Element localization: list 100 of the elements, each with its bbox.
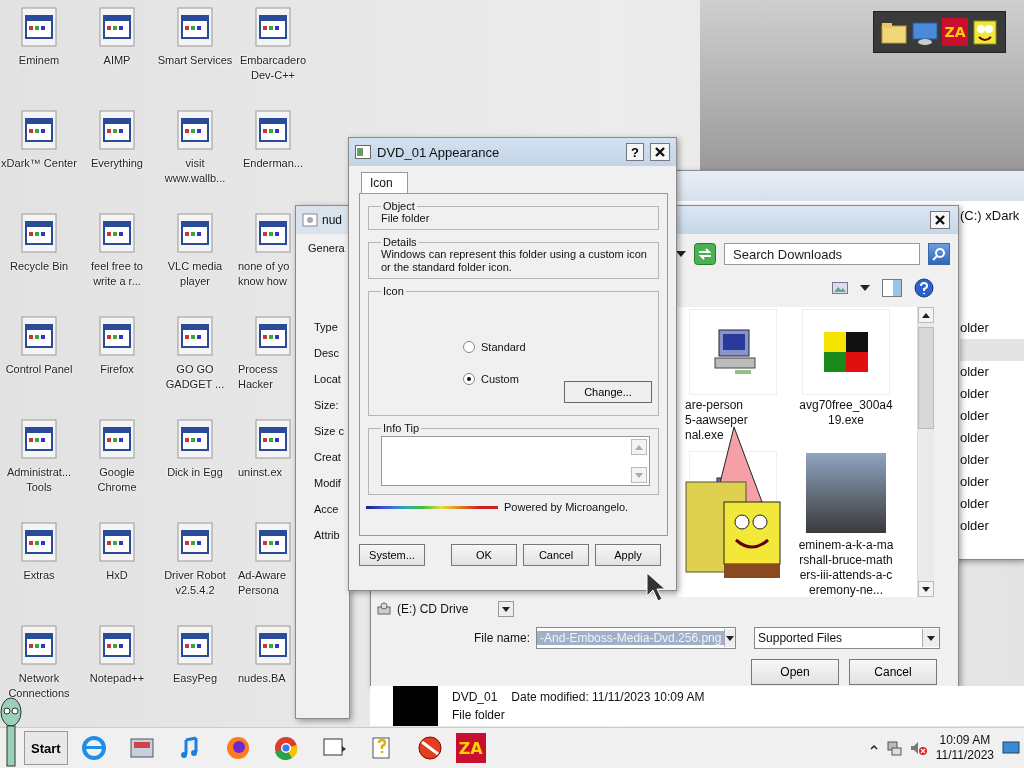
desktop-icon-label[interactable]: AIMP <box>79 53 155 68</box>
file-name[interactable]: are-person 5-aawseper nal.exe <box>685 398 781 443</box>
blocked-icon[interactable] <box>415 734 444 762</box>
field-label: Size: <box>314 398 340 413</box>
list-row[interactable]: older <box>960 361 1024 383</box>
close-icon <box>654 146 666 158</box>
desktop-icon-label[interactable]: GO GO GADGET ... <box>157 362 233 392</box>
close-button[interactable] <box>650 143 670 161</box>
field-label: Modif <box>314 476 342 491</box>
desktop-icon-label[interactable]: Eminem <box>1 53 77 68</box>
dropdown-icon <box>502 606 511 612</box>
desktop-icon-label[interactable]: Control Panel <box>1 362 77 377</box>
field-label: Size c <box>314 424 345 439</box>
system-button[interactable]: System... <box>359 544 425 566</box>
desktop-icon-label[interactable]: Ad-Aware Persona <box>238 568 296 598</box>
drive-label[interactable]: (E:) CD Drive <box>397 602 469 616</box>
apply-button[interactable]: Apply <box>595 544 661 566</box>
start-button[interactable]: Start <box>24 731 68 765</box>
radio-label[interactable]: Custom <box>481 373 519 385</box>
show-desktop-icon[interactable] <box>1002 740 1020 756</box>
desktop-icon-label[interactable]: HxD <box>79 568 155 583</box>
up-arrow-icon <box>922 312 930 318</box>
desktop-icon-label[interactable]: feel free to write a r... <box>79 259 155 289</box>
group-label: Icon <box>382 285 405 297</box>
list-row[interactable]: older <box>960 471 1024 493</box>
desktop-icon-label[interactable]: Notepad++ <box>79 671 155 686</box>
drive-icon[interactable] <box>377 602 391 616</box>
desktop-icon-label[interactable]: Google Chrome <box>79 465 155 495</box>
file-name[interactable]: eminem-a-k-a-marshall-bruce-mathers-iii-attends-a-ceremony-ne... <box>798 538 894 598</box>
change-button[interactable]: Change... <box>564 381 652 403</box>
search-button[interactable] <box>928 243 950 265</box>
ok-button[interactable]: OK <box>451 544 517 566</box>
clock[interactable]: 10:09 AM 11/11/2023 <box>935 733 994 763</box>
dropdown-icon[interactable] <box>860 285 870 291</box>
window-title: DVD_01 Appearance <box>377 144 501 160</box>
window-icon <box>355 145 371 159</box>
cartoon-icon[interactable] <box>971 18 999 46</box>
list-row[interactable]: older <box>960 383 1024 405</box>
refresh-icon[interactable] <box>694 243 716 265</box>
radio-option[interactable]: Standard <box>463 341 650 353</box>
desktop-icon-label[interactable]: Driver Robot v2.5.4.2 <box>157 568 233 598</box>
desktop-icon-label[interactable]: Smart Services <box>157 53 233 68</box>
desktop-icon-label[interactable]: Process Hacker <box>238 362 296 392</box>
tab[interactable]: Genera <box>296 234 349 254</box>
desktop-icon-label[interactable]: Network Connections <box>1 671 77 701</box>
folder-thumbnail <box>393 686 438 726</box>
desktop-icon-label[interactable]: visit www.wallb... <box>157 156 233 186</box>
views-icon[interactable] <box>832 282 848 294</box>
field-label: Desc <box>314 346 341 361</box>
search-field[interactable]: Search Downloads <box>724 243 920 265</box>
cartoon-character-drawing <box>0 696 22 768</box>
muted-speaker-icon[interactable] <box>909 740 928 756</box>
dropdown-icon[interactable] <box>676 251 686 257</box>
close-button[interactable] <box>930 211 950 229</box>
desktop-icon-label[interactable]: Administrat... Tools <box>1 465 77 495</box>
field-label: Locat <box>314 372 342 387</box>
list-row[interactable]: older <box>960 427 1024 449</box>
cancel-button[interactable]: Cancel <box>849 659 937 685</box>
browser-icon[interactable] <box>79 734 108 762</box>
radio-button[interactable] <box>463 341 475 353</box>
desktop-icon-label[interactable]: Everything <box>79 156 155 171</box>
list-row[interactable]: older <box>960 405 1024 427</box>
file-type-dropdown[interactable]: Supported Files <box>754 627 941 649</box>
list-row[interactable]: older <box>960 493 1024 515</box>
radio-button[interactable] <box>463 373 475 385</box>
help-button[interactable]: ? <box>626 143 644 161</box>
preview-pane-icon[interactable] <box>882 279 902 297</box>
cancel-button[interactable]: Cancel <box>523 544 589 566</box>
tab[interactable]: Icon <box>361 172 408 193</box>
desktop-icon-label[interactable]: VLC media player <box>157 259 233 289</box>
group-label: Object <box>382 200 416 212</box>
desktop-icon-label[interactable]: Enderman... <box>235 156 311 171</box>
za-logo[interactable]: ZA <box>942 18 968 46</box>
desktop-icon-label[interactable]: Extras <box>1 568 77 583</box>
image-icon <box>824 332 868 372</box>
group-label: Details <box>382 236 418 248</box>
scrollbar[interactable] <box>917 307 934 597</box>
radio-label[interactable]: Standard <box>481 341 526 353</box>
za-logo[interactable]: ZA <box>455 733 486 763</box>
desktop-icon-label[interactable]: uninst.ex <box>238 465 296 480</box>
list-row[interactable]: older <box>960 515 1024 537</box>
desktop-icon-label[interactable]: nudes.BA <box>238 671 296 686</box>
file-name[interactable]: avg70free_300a419.exe <box>798 398 894 428</box>
list-row[interactable]: older <box>960 317 1024 339</box>
list-row[interactable]: older <box>960 449 1024 471</box>
desktop-icon-label[interactable]: none of yo know how <box>238 259 296 289</box>
field-label: Creat <box>314 450 342 465</box>
desktop-icon-label[interactable]: xDark™ Center <box>1 156 77 171</box>
dropdown-button[interactable] <box>498 601 515 617</box>
network-icon[interactable] <box>885 740 902 756</box>
desktop-icon-label[interactable]: EasyPeg <box>157 671 233 686</box>
text-area[interactable] <box>381 436 650 486</box>
help-icon[interactable] <box>914 278 934 298</box>
desktop-icon-label[interactable]: Embarcadero Dev-C++ <box>235 53 311 83</box>
desktop-icon-label[interactable]: Dick in Egg <box>157 465 233 480</box>
chevron-icon[interactable] <box>869 744 878 752</box>
desktop-icon-label[interactable]: Firefox <box>79 362 155 377</box>
address-text: (C:) xDark <box>960 205 1024 227</box>
desktop-icon-label[interactable]: Recycle Bin <box>1 259 77 274</box>
open-button[interactable]: Open <box>751 659 839 685</box>
